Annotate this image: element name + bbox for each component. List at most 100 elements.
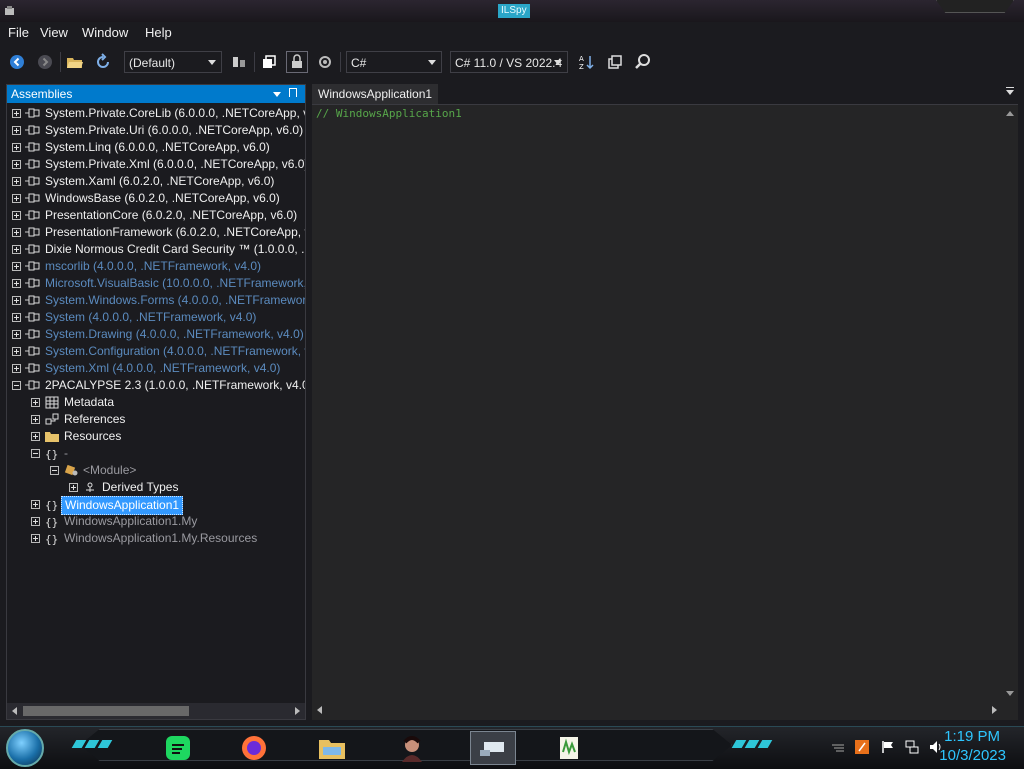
scroll-left-arrow-icon[interactable]	[317, 706, 322, 714]
back-arrow-icon	[10, 55, 24, 69]
pin-icon[interactable]	[289, 88, 297, 97]
tree-horizontal-scrollbar[interactable]	[7, 703, 305, 719]
network-icon[interactable]	[904, 739, 920, 755]
menu-window[interactable]: Window	[82, 25, 128, 40]
expand-plus-icon[interactable]	[12, 347, 21, 356]
start-button[interactable]	[6, 729, 44, 767]
expand-plus-icon[interactable]	[12, 228, 21, 237]
editor-vertical-scrollbar[interactable]	[1002, 105, 1018, 702]
expand-plus-icon[interactable]	[31, 534, 40, 543]
expand-plus-icon[interactable]	[12, 109, 21, 118]
scroll-right-arrow-icon[interactable]	[992, 706, 997, 714]
java-update-icon[interactable]	[854, 739, 870, 755]
new-tab-button[interactable]	[604, 51, 626, 73]
manage-lists-button[interactable]	[228, 51, 250, 73]
expand-plus-icon[interactable]	[12, 296, 21, 305]
taskbar-notepad-plus[interactable]	[552, 731, 588, 765]
folder-icon	[319, 740, 345, 759]
metadata-table-icon	[45, 396, 59, 409]
forward-button[interactable]	[34, 51, 56, 73]
show-all-button[interactable]	[258, 51, 280, 73]
notepad-icon	[560, 737, 578, 759]
editor-horizontal-scrollbar[interactable]	[312, 702, 1018, 720]
expand-plus-icon[interactable]	[12, 143, 21, 152]
menu-view[interactable]: View	[40, 25, 68, 40]
show-internal-button[interactable]	[286, 51, 308, 73]
assembly-list-combo[interactable]: (Default)	[124, 51, 222, 73]
language-combo[interactable]: C#	[346, 51, 442, 73]
assemblies-panel: Assemblies System.Private.CoreLib (6.0.0…	[6, 84, 306, 720]
forward-arrow-icon	[38, 55, 52, 69]
expand-plus-icon[interactable]	[31, 432, 40, 441]
show-hidden-icons-icon[interactable]	[830, 739, 846, 755]
taskbar-avatar-app[interactable]	[394, 731, 430, 765]
collapse-minus-icon[interactable]	[50, 466, 59, 475]
language-version-combo[interactable]: C# 11.0 / VS 2022.4	[450, 51, 568, 73]
menu-file[interactable]: File	[8, 25, 29, 40]
taskbar-firefox[interactable]	[236, 731, 272, 765]
expand-plus-icon[interactable]	[69, 483, 78, 492]
expand-plus-icon[interactable]	[12, 245, 21, 254]
window-title: ILSpy	[498, 4, 530, 18]
assembly-icon	[25, 346, 40, 356]
expand-plus-icon[interactable]	[12, 160, 21, 169]
taskbar-ilspy[interactable]	[470, 731, 516, 765]
assembly-icon	[25, 227, 40, 237]
collapse-minus-icon[interactable]	[31, 449, 40, 458]
expand-plus-icon[interactable]	[12, 262, 21, 271]
tree-node-label: System.Drawing (4.0.0.0, .NETFramework, …	[45, 327, 304, 341]
expand-plus-icon[interactable]	[12, 279, 21, 288]
title-bar[interactable]: ILSpy	[0, 0, 1024, 23]
assemblies-panel-title: Assemblies	[11, 87, 73, 101]
assembly-icon	[25, 244, 40, 254]
tab-windowsapplication1[interactable]: WindowsApplication1	[312, 84, 439, 104]
taskbar-file-explorer[interactable]	[314, 731, 350, 765]
scrollbar-thumb[interactable]	[23, 706, 189, 716]
flag-icon[interactable]	[880, 739, 896, 755]
expand-plus-icon[interactable]	[12, 330, 21, 339]
expand-plus-icon[interactable]	[31, 500, 40, 509]
expand-plus-icon[interactable]	[12, 364, 21, 373]
reload-button[interactable]	[92, 51, 114, 73]
open-button[interactable]	[64, 51, 86, 73]
tree-node-label: -	[64, 446, 68, 460]
chevron-down-icon	[208, 60, 216, 65]
sort-button[interactable]: AZ	[576, 51, 598, 73]
code-editor[interactable]: // WindowsApplication1	[312, 105, 1002, 702]
expand-plus-icon[interactable]	[31, 517, 40, 526]
scroll-up-arrow-icon[interactable]	[1006, 111, 1014, 116]
tree-node-label: System.Private.CoreLib (6.0.0.0, .NETCor…	[45, 106, 305, 120]
scroll-right-arrow-icon[interactable]	[295, 707, 300, 715]
scroll-down-arrow-icon[interactable]	[1006, 691, 1014, 696]
expand-plus-icon[interactable]	[12, 211, 21, 220]
tab-list-dropdown-icon[interactable]	[1006, 87, 1014, 95]
copy-window-icon	[608, 55, 622, 69]
expand-plus-icon[interactable]	[12, 177, 21, 186]
back-button[interactable]	[6, 51, 28, 73]
collapse-minus-icon[interactable]	[12, 381, 21, 390]
namespace-braces-icon: {}	[45, 499, 58, 511]
menu-help[interactable]: Help	[145, 25, 172, 40]
expand-plus-icon[interactable]	[31, 398, 40, 407]
tree-node-label: Resources	[64, 429, 122, 443]
search-button[interactable]	[632, 51, 654, 73]
code-comment-line: // WindowsApplication1	[316, 107, 462, 120]
expand-plus-icon[interactable]	[12, 194, 21, 203]
toolbar-separator	[340, 52, 341, 72]
clock-time[interactable]: 1:19 PM	[944, 728, 1000, 745]
expand-plus-icon[interactable]	[31, 415, 40, 424]
panel-menu-chevron-icon[interactable]	[273, 92, 281, 97]
expand-plus-icon[interactable]	[12, 313, 21, 322]
toolbar-separator	[60, 52, 61, 72]
show-compiler-generated-button[interactable]	[314, 51, 336, 73]
clock-date[interactable]: 10/3/2023	[939, 747, 1006, 764]
assembly-tree[interactable]: System.Private.CoreLib (6.0.0.0, .NETCor…	[7, 105, 305, 701]
expand-plus-icon[interactable]	[12, 126, 21, 135]
chevron-down-icon	[428, 60, 436, 65]
scroll-left-arrow-icon[interactable]	[12, 707, 17, 715]
assembly-icon	[25, 329, 40, 339]
assembly-list-value: (Default)	[129, 56, 176, 70]
taskbar-spotify[interactable]	[160, 731, 196, 765]
svg-text:{}: {}	[45, 516, 58, 528]
folder-icon	[45, 432, 59, 442]
